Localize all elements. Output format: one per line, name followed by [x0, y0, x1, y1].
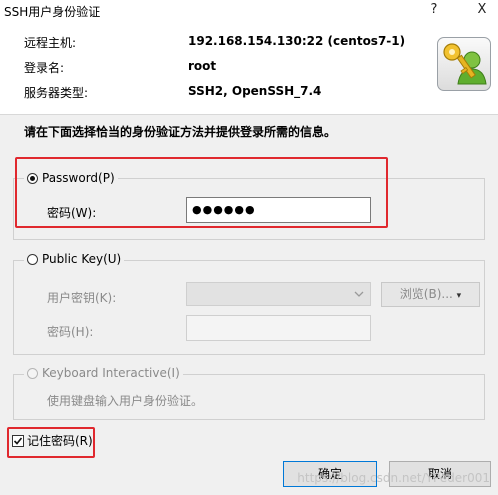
password-highlight-box: [15, 157, 388, 228]
watermark-text: https://blog.csdn.net/YPeder001: [297, 471, 490, 485]
browse-button-label: 浏览(B)...: [399, 287, 453, 301]
login-label: 登录名:: [24, 61, 65, 75]
help-icon[interactable]: ?: [426, 2, 442, 17]
remember-highlight-box: [7, 427, 95, 458]
browse-button[interactable]: 浏览(B)... ▾: [381, 282, 480, 307]
close-icon[interactable]: X: [474, 2, 490, 17]
key-user-icon: [437, 37, 491, 91]
passphrase-input[interactable]: [186, 315, 371, 341]
server-type-label: 服务器类型:: [24, 86, 89, 100]
user-key-label: 用户密钥(K):: [47, 291, 117, 305]
host-value: 192.168.154.130:22 (centos7-1): [188, 34, 406, 48]
dropdown-arrow-icon: [354, 291, 364, 297]
user-key-dropdown[interactable]: [186, 282, 371, 306]
keyboard-radio-label: Keyboard Interactive(I): [42, 366, 180, 380]
host-label: 远程主机:: [24, 36, 77, 50]
keyboard-description: 使用键盘输入用户身份验证。: [47, 394, 204, 408]
publickey-radio-option[interactable]: Public Key(U): [24, 252, 125, 266]
publickey-radio[interactable]: [27, 253, 38, 265]
login-value: root: [188, 59, 217, 73]
passphrase-label: 密码(H):: [47, 325, 94, 339]
publickey-radio-label: Public Key(U): [42, 252, 122, 266]
browse-menu-arrow-icon: ▾: [456, 291, 462, 301]
server-type-value: SSH2, OpenSSH_7.4: [188, 84, 322, 98]
window-title: SSH用户身份验证: [4, 5, 101, 19]
keyboard-radio[interactable]: [27, 367, 38, 379]
instruction-text: 请在下面选择恰当的身份验证方法并提供登录所需的信息。: [24, 125, 337, 139]
keyboard-radio-option[interactable]: Keyboard Interactive(I): [24, 366, 183, 380]
